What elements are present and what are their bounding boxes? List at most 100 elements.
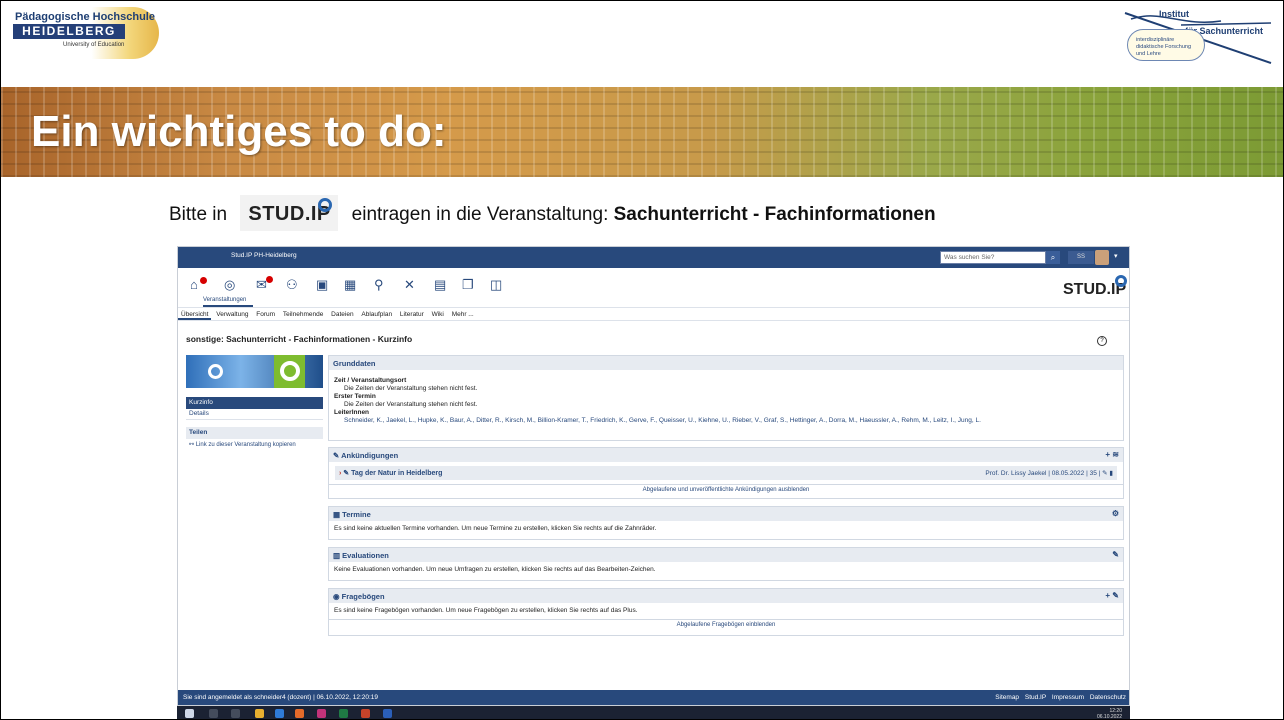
frageboegen-title: Fragebögen (341, 592, 385, 601)
frageboegen-panel: ◉ Fragebögen + ✎ Es sind keine Fragebögen… (328, 588, 1124, 636)
page-title: sonstige: Sachunterricht - Fachinformati… (186, 334, 413, 344)
ph-logo-line1: Pädagogische Hochschule (15, 11, 155, 23)
copy-icon[interactable]: ❐ (462, 277, 474, 293)
edit-icon[interactable]: ✎ (1102, 470, 1107, 477)
tab-mehr[interactable]: Mehr ... (449, 308, 477, 318)
grunddaten-header[interactable]: Grunddaten (329, 356, 1123, 370)
sidebar-item-details[interactable]: Details (186, 409, 323, 420)
studip-logo-swirl-icon (1115, 275, 1127, 287)
termine-title: Termine (342, 510, 371, 519)
powerpoint-icon[interactable] (361, 709, 370, 718)
grunddaten-body: Zeit / Veranstaltungsort Die Zeiten der … (329, 370, 1123, 429)
word-icon[interactable] (383, 709, 392, 718)
notification-badge (200, 277, 207, 284)
search-icon[interactable]: ⌕ (1046, 251, 1060, 264)
announcement-author[interactable]: Prof. Dr. Lissy Jaekel (985, 470, 1046, 477)
instruction-pre: Bitte in (169, 204, 228, 226)
profile-icon[interactable]: ▣ (316, 277, 328, 293)
search-nav-icon[interactable]: ⚲ (374, 277, 384, 293)
app-icon[interactable] (317, 709, 326, 718)
termine-header[interactable]: ▦ Termine ⚙ (329, 507, 1123, 521)
chevron-down-icon[interactable]: ▾ (1114, 252, 1118, 260)
institut-logo-line1: Institut (1159, 9, 1189, 19)
tools-icon[interactable]: ✕ (404, 277, 415, 293)
footer-link-datenschutz[interactable]: Datenschutz (1090, 694, 1126, 701)
help-icon[interactable]: ? (1097, 336, 1107, 346)
file-icon[interactable]: ▤ (434, 277, 446, 293)
ph-heidelberg-logo: Pädagogische Hochschule HEIDELBERG Unive… (9, 7, 159, 59)
add-edit-icons[interactable]: + ✎ (1105, 591, 1119, 600)
zeit-label: Zeit / Veranstaltungsort (334, 377, 407, 384)
windows-start-icon[interactable] (185, 709, 194, 718)
edit-evaluation-icon[interactable]: ✎ (1112, 550, 1119, 559)
course-image-swirl-icon (208, 364, 223, 379)
calendar-small-icon: ▦ (333, 510, 343, 519)
avatar[interactable] (1095, 250, 1109, 265)
file-explorer-icon[interactable] (255, 709, 264, 718)
admin-icon[interactable]: ◫ (490, 277, 502, 293)
firefox-icon[interactable] (295, 709, 304, 718)
frageboegen-header[interactable]: ◉ Fragebögen + ✎ (329, 589, 1123, 603)
course-image-ring-icon (280, 361, 300, 381)
show-expired-questionnaires-link[interactable]: Abgelaufene Fragebögen einblenden (329, 619, 1123, 630)
gear-icon[interactable]: ⚙ (1112, 509, 1119, 518)
course-tabs: Übersicht Verwaltung Forum Teilnehmende … (178, 307, 1129, 321)
tab-forum[interactable]: Forum (253, 308, 278, 318)
tab-uebersicht[interactable]: Übersicht (178, 308, 212, 320)
course-image-badge (274, 355, 305, 388)
leiter-list[interactable]: Schneider, K., Jaekel, L., Hupke, K., Ba… (334, 417, 1118, 425)
footer-link-impressum[interactable]: Impressum (1052, 694, 1084, 701)
taskbar-clock[interactable]: 12:20 06.10.2022 (1097, 708, 1122, 719)
footer-link-studip[interactable]: Stud.IP (1025, 694, 1046, 701)
login-status: Sie sind angemeldet als schneider4 (doze… (183, 694, 379, 701)
tab-teilnehmende[interactable]: Teilnehmende (280, 308, 326, 318)
trash-icon[interactable]: ▮ (1109, 470, 1113, 477)
studip-inline-logo: STUD.IP (240, 195, 339, 231)
footer-link-sitemap[interactable]: Sitemap (995, 694, 1019, 701)
copy-link-label: Link zu dieser Veranstaltung kopieren (195, 442, 296, 448)
institut-logo: Institut für Sachunterricht interdiszipl… (1121, 5, 1279, 65)
task-view-icon[interactable] (231, 709, 240, 718)
announcement-views: 35 (1089, 470, 1097, 477)
hide-expired-link[interactable]: Abgelaufene und unveröffentlichte Ankünd… (329, 484, 1123, 495)
frageboegen-text: Es sind keine Fragebögen vorhanden. Um n… (334, 607, 638, 614)
nav-label-courses[interactable]: Veranstaltungen (203, 297, 246, 303)
presentation-slide: Pädagogische Hochschule HEIDELBERG Unive… (0, 0, 1284, 720)
termine-text: Es sind keine aktuellen Termine vorhande… (334, 525, 657, 532)
sidebar-share-header: Teilen (186, 427, 323, 439)
community-icon[interactable]: ⚇ (286, 277, 298, 293)
ankuendigungen-title: Ankündigungen (341, 451, 399, 460)
search-input[interactable]: Was suchen Sie? (940, 251, 1046, 264)
evaluationen-panel: ▥ Evaluationen ✎ Keine Evaluationen vorha… (328, 547, 1124, 581)
tab-wiki[interactable]: Wiki (429, 308, 447, 318)
tab-verwaltung[interactable]: Verwaltung (213, 308, 251, 318)
termine-panel: ▦ Termine ⚙ Es sind keine aktuellen Termi… (328, 506, 1124, 540)
sidebar-item-kurzinfo[interactable]: Kurzinfo (186, 397, 323, 409)
tab-literatur[interactable]: Literatur (397, 308, 427, 318)
instruction-mid: eintragen in die Veranstaltung: (351, 204, 609, 226)
excel-icon[interactable] (339, 709, 348, 718)
footer-links: Sitemap Stud.IP Impressum Datenschutz (995, 694, 1126, 701)
leiter-label: LeiterInnen (334, 409, 370, 416)
instruction-text: Bitte in STUD.IP eintragen in die Verans… (169, 195, 936, 233)
studip-logo[interactable]: STUD.IP (1063, 275, 1127, 299)
user-initials[interactable]: SS (1068, 251, 1094, 264)
institut-logo-box: interdisziplinäre didaktische Forschung … (1127, 29, 1205, 61)
announcement-item[interactable]: › ✎ Tag der Natur in Heidelberg Prof. Dr… (335, 466, 1117, 480)
studip-topbar: Stud.IP PH-Heidelberg Was suchen Sie? ⌕ … (178, 247, 1129, 268)
chevron-right-icon[interactable]: › (339, 470, 341, 477)
ankuendigungen-header[interactable]: ✎ Ankündigungen + ≋ (329, 448, 1123, 462)
courses-icon[interactable]: ◎ (224, 277, 235, 293)
tab-dateien[interactable]: Dateien (328, 308, 356, 318)
edge-icon[interactable] (275, 709, 284, 718)
home-icon[interactable]: ⌂ (190, 277, 198, 292)
sidebar: Kurzinfo Details Teilen ⚯ Link zu dieser… (186, 397, 323, 450)
add-rss-icons[interactable]: + ≋ (1105, 450, 1119, 459)
search-taskbar-icon[interactable] (209, 709, 218, 718)
calendar-icon[interactable]: ▦ (344, 277, 356, 293)
site-name[interactable]: Stud.IP PH-Heidelberg (231, 252, 297, 259)
evaluationen-header[interactable]: ▥ Evaluationen ✎ (329, 548, 1123, 562)
tab-ablaufplan[interactable]: Ablaufplan (358, 308, 395, 318)
copy-link-item[interactable]: ⚯ Link zu dieser Veranstaltung kopieren (186, 439, 323, 450)
announcement-title[interactable]: Tag der Natur in Heidelberg (351, 470, 442, 477)
